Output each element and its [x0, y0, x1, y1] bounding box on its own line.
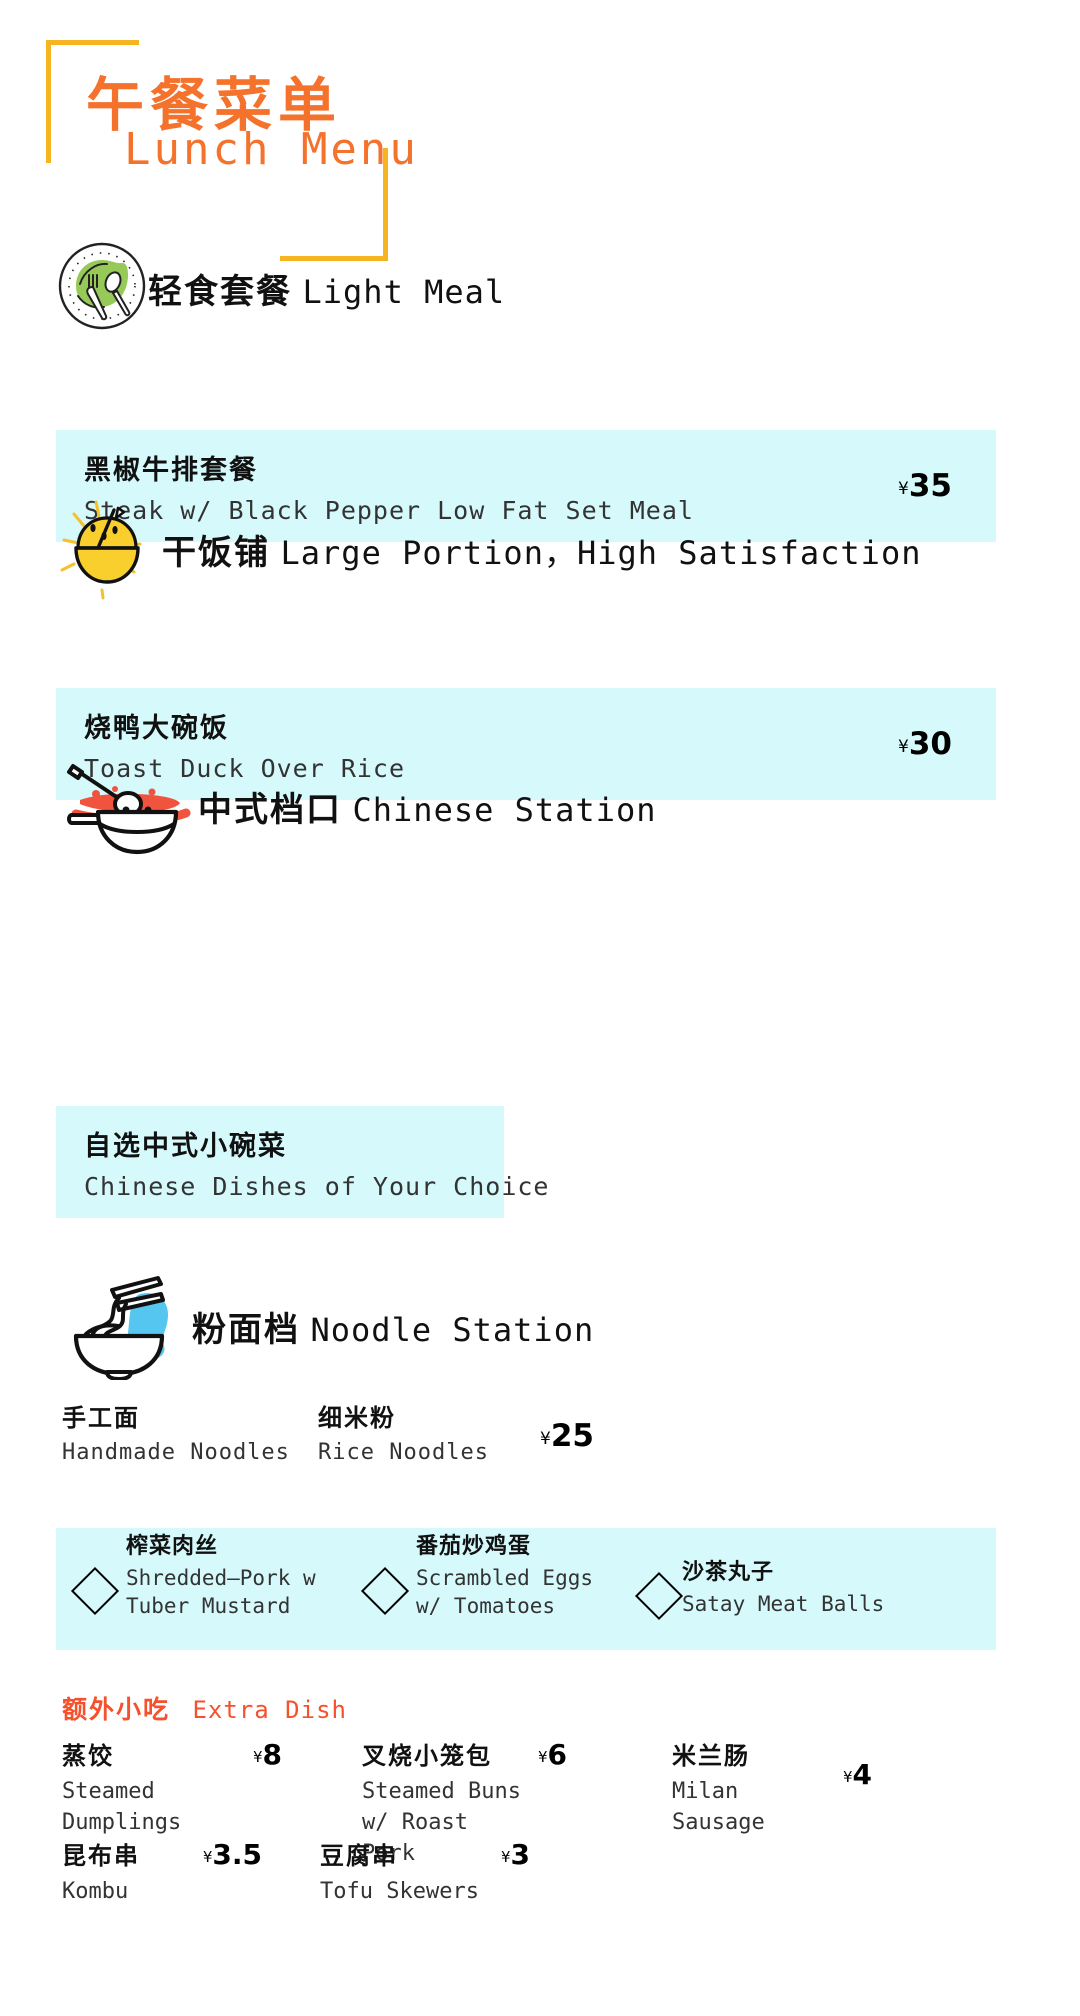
extra-name-cn: 叉烧小笼包	[362, 1744, 492, 1770]
diamond-checkbox-icon[interactable]	[634, 1572, 684, 1621]
currency-symbol: ¥	[252, 1748, 263, 1766]
price-value: 4	[852, 1758, 872, 1791]
menu-header: 午餐菜单 Lunch Menu	[0, 0, 1080, 261]
extra-name-en: Tofu Skewers	[320, 1879, 479, 1904]
extra-dish-text: 蒸饺 Steamed Dumplings	[62, 1736, 253, 1839]
section-header-noodle-station: 粉面档 Noodle Station	[62, 1268, 594, 1385]
price-value: 30	[908, 726, 952, 762]
extra-name-en: Kombu	[62, 1879, 129, 1904]
price-value: 6	[547, 1738, 568, 1771]
noodle-name-cn: 手工面	[62, 1406, 140, 1432]
currency-symbol: ¥	[202, 1848, 213, 1866]
dish-name-cn: 黑椒牛排套餐	[84, 454, 258, 485]
section-title-noodle-station: 粉面档 Noodle Station	[192, 1302, 594, 1351]
extra-price: ¥4	[843, 1758, 872, 1791]
extra-name-cn: 蒸饺	[62, 1744, 114, 1770]
extra-name-en: Steamed Dumplings	[62, 1779, 182, 1835]
topping-name-cn: 番茄炒鸡蛋	[416, 1533, 532, 1558]
price-value: 3	[510, 1838, 530, 1871]
topping-name-cn: 沙茶丸子	[682, 1559, 775, 1584]
extra-name-cn: 豆腐串	[320, 1844, 398, 1870]
price-value: 3.5	[212, 1838, 262, 1871]
topping-choice[interactable]: 榨菜肉丝 Shredded—Pork w Tuber Mustard	[70, 1533, 368, 1621]
topping-choice[interactable]: 番茄炒鸡蛋 Scrambled Eggs w/ Tomatoes	[360, 1533, 628, 1621]
menu-item-text: 自选中式小碗菜 Chinese Dishes of Your Choice	[84, 1124, 550, 1201]
topping-name-cn: 榨菜肉丝	[126, 1533, 219, 1558]
topping-name-en: Satay Meat Balls	[682, 1592, 885, 1616]
topping-text: 榨菜肉丝 Shredded—Pork w Tuber Mustard	[126, 1533, 368, 1621]
section-title-en: Chinese Station	[352, 791, 657, 829]
section-title-cn: 中式档口	[198, 792, 342, 829]
section-header-large-portion: 干饭铺 Large Portion，High Satisfaction	[52, 492, 921, 607]
price-value: 25	[550, 1418, 594, 1454]
currency-symbol: ¥	[500, 1848, 511, 1866]
section-title-light-meal: 轻食套餐 Light Meal	[148, 264, 505, 313]
noodle-bowl-chopsticks-icon	[62, 1268, 192, 1385]
noodle-name-cn: 细米粉	[318, 1406, 396, 1432]
extra-dish-item[interactable]: 豆腐串 Tofu Skewers ¥3	[320, 1836, 530, 1908]
topping-choice[interactable]: 沙茶丸子 Satay Meat Balls	[634, 1559, 942, 1621]
diamond-checkbox-icon[interactable]	[70, 1567, 120, 1616]
topping-text: 番茄炒鸡蛋 Scrambled Eggs w/ Tomatoes	[416, 1533, 628, 1621]
plate-fork-spoon-icon	[56, 240, 148, 337]
extra-dish-item[interactable]: 昆布串 Kombu ¥3.5	[62, 1836, 262, 1908]
section-title-large-portion: 干饭铺 Large Portion，High Satisfaction	[162, 525, 921, 574]
extra-price: ¥3	[501, 1838, 530, 1871]
extra-price: ¥8	[253, 1738, 282, 1771]
topping-name-en: Scrambled Eggs w/ Tomatoes	[416, 1566, 594, 1619]
extra-price: ¥6	[538, 1738, 567, 1771]
menu-item-row[interactable]: 自选中式小碗菜 Chinese Dishes of Your Choice	[56, 1106, 549, 1218]
topping-name-en: Shredded—Pork w Tuber Mustard	[126, 1566, 316, 1619]
extra-name-cn: 米兰肠	[672, 1744, 750, 1770]
topping-text: 沙茶丸子 Satay Meat Balls	[682, 1559, 942, 1618]
noodle-option[interactable]: 细米粉 Rice Noodles	[318, 1398, 489, 1465]
section-title-en: Large Portion，High Satisfaction	[280, 534, 922, 572]
section-header-light-meal: 轻食套餐 Light Meal	[56, 240, 505, 337]
dish-price: ¥30	[898, 726, 952, 762]
currency-symbol: ¥	[538, 1748, 548, 1766]
extra-dish-item[interactable]: 蒸饺 Steamed Dumplings ¥8	[62, 1736, 282, 1839]
noodle-price: ¥25	[540, 1418, 594, 1454]
extra-heading-cn: 额外小吃	[62, 1697, 171, 1724]
currency-symbol: ¥	[842, 1768, 853, 1786]
ladle-bowl-icon	[58, 748, 198, 865]
extra-name-cn: 昆布串	[62, 1844, 140, 1870]
noodle-option[interactable]: 手工面 Handmade Noodles	[62, 1398, 290, 1465]
extra-dish-text: 米兰肠 Milan Sausage	[672, 1736, 843, 1839]
noodle-name-en: Rice Noodles	[318, 1440, 489, 1465]
extra-name-en: Milan Sausage	[672, 1779, 765, 1835]
section-title-cn: 粉面档	[192, 1312, 300, 1349]
dish-name-cn: 烧鸭大碗饭	[84, 712, 229, 743]
section-title-chinese-station: 中式档口 Chinese Station	[198, 782, 656, 831]
extra-dish-text: 豆腐串 Tofu Skewers	[320, 1836, 501, 1908]
section-title-en: Light Meal	[302, 273, 506, 311]
extra-dish-item[interactable]: 米兰肠 Milan Sausage ¥4	[672, 1736, 872, 1839]
rice-bowl-icon	[52, 492, 162, 607]
noodle-name-en: Handmade Noodles	[62, 1440, 290, 1465]
currency-symbol: ¥	[540, 1429, 551, 1449]
page-title-en: Lunch Menu	[124, 124, 419, 175]
extra-dish-heading: 额外小吃 Extra Dish	[62, 1690, 347, 1726]
extra-price: ¥3.5	[203, 1838, 262, 1871]
dish-name-en: Chinese Dishes of Your Choice	[84, 1171, 550, 1201]
diamond-checkbox-icon[interactable]	[360, 1567, 410, 1616]
dish-name-cn: 自选中式小碗菜	[84, 1130, 287, 1161]
currency-symbol: ¥	[898, 737, 909, 757]
noodle-topping-choices: 榨菜肉丝 Shredded—Pork w Tuber Mustard 番茄炒鸡蛋…	[56, 1528, 996, 1650]
extra-heading-en: Extra Dish	[192, 1696, 347, 1724]
section-header-chinese-station: 中式档口 Chinese Station	[58, 748, 656, 865]
section-title-cn: 干饭铺	[162, 535, 270, 572]
price-value: 8	[262, 1738, 282, 1771]
section-title-cn: 轻食套餐	[148, 274, 292, 311]
extra-dish-text: 昆布串 Kombu	[62, 1836, 203, 1908]
section-title-en: Noodle Station	[310, 1311, 595, 1349]
